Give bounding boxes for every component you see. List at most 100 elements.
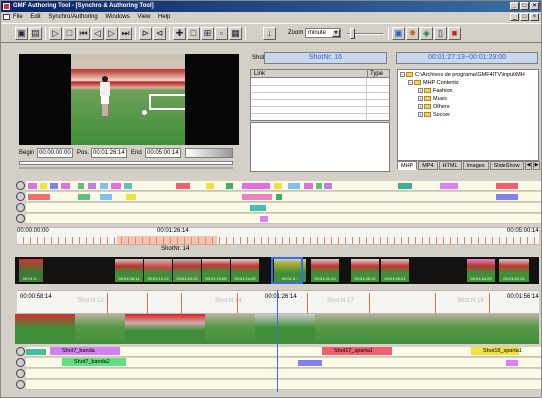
monitor-button[interactable]: ▣ — [392, 27, 405, 40]
tree-folder-music[interactable]: + Music — [418, 96, 447, 103]
mark-out-button[interactable]: ⊲ — [153, 27, 166, 40]
folder-icon — [424, 96, 431, 102]
track-3[interactable] — [26, 203, 541, 213]
track-4[interactable] — [26, 214, 541, 224]
menu-windows[interactable]: Windows — [105, 14, 129, 20]
annotation-shot7-banda2[interactable]: Shot7_banda2 — [62, 358, 126, 366]
maximize-button[interactable]: □ — [520, 2, 529, 10]
menu-synchro-authoring[interactable]: Synchro/Authoring — [48, 14, 97, 20]
close-button[interactable]: × — [530, 2, 539, 10]
begin-field[interactable]: 00:00:00:00 — [37, 148, 73, 158]
menu-help[interactable]: Help — [158, 14, 170, 20]
doc-maximize-button[interactable]: □ — [520, 13, 529, 21]
tab-scroll-left[interactable]: ◀ — [525, 161, 532, 170]
step-back-button[interactable]: ◁ — [91, 27, 104, 40]
bottom-track-3-button[interactable] — [16, 369, 25, 378]
tab-mp4[interactable]: MP4 — [418, 161, 438, 170]
detail-end: 00:01:56:14 — [507, 294, 539, 300]
window-title: GMF Authoring Tool - [Synchro & Authorin… — [13, 3, 154, 9]
tab-scroll-right[interactable]: ▶ — [533, 161, 540, 170]
visible-range-highlight[interactable] — [117, 236, 217, 245]
grid-icon: ⊞ — [203, 28, 212, 38]
step-forward-button[interactable]: ▷ — [105, 27, 118, 40]
title-bar[interactable]: GMF Authoring Tool - [Synchro & Authorin… — [1, 1, 541, 12]
bottom-track-3[interactable] — [26, 369, 541, 379]
mark-out-icon: ⊲ — [155, 28, 164, 38]
video-frame — [71, 54, 185, 145]
track-1[interactable] — [26, 181, 541, 191]
menu-view[interactable]: View — [137, 14, 150, 20]
save-project-button[interactable]: ▤ — [29, 27, 42, 40]
annotation-shot18[interactable]: Shot18_sparta1 — [471, 347, 522, 355]
doc-close-button[interactable]: × — [530, 13, 539, 21]
doc-minimize-button[interactable]: _ — [510, 13, 519, 21]
col-link[interactable]: Link — [254, 70, 265, 78]
document-button[interactable]: ▯ — [434, 27, 447, 40]
menu-file[interactable]: File — [13, 14, 23, 20]
main-timeline-ruler[interactable]: 00:00:00:00 00:01:26:14 00:05:00:14 — [17, 227, 539, 245]
content-tree[interactable]: − C:\Archivos de programa\GMF4ITV\input\M… — [397, 69, 539, 161]
end-field[interactable]: 00:05:00:14 — [145, 148, 181, 158]
bottom-track-4-button[interactable] — [16, 380, 25, 389]
chevron-down-icon[interactable]: ▼ — [332, 29, 340, 37]
tree-folder-soccer[interactable]: + Soccer — [418, 112, 450, 119]
video-preview[interactable] — [19, 54, 239, 145]
track-3-button[interactable] — [16, 203, 25, 212]
bottom-track-4[interactable] — [26, 380, 541, 390]
export-button[interactable]: ↓ — [263, 27, 276, 40]
snapshot-button[interactable]: ▫ — [215, 27, 228, 40]
current-thumb-highlight — [271, 257, 303, 284]
link-properties-panel[interactable] — [250, 122, 390, 172]
links-table[interactable]: Link Type — [250, 69, 390, 121]
col-type[interactable]: Type — [367, 70, 383, 78]
annotation-shot7-banda[interactable]: Shot7_banda — [50, 347, 120, 355]
playhead-line[interactable] — [277, 290, 278, 392]
links-table-header: Link Type — [251, 70, 389, 78]
detail-timeline-ruler[interactable]: 00:00:58:14 00:01:26:14 00:01:56:14 Shot… — [17, 290, 539, 314]
play-button[interactable]: ▷ — [49, 27, 62, 40]
network-button[interactable]: ◈ — [420, 27, 433, 40]
frame-button[interactable]: □ — [187, 27, 200, 40]
grid-button[interactable]: ⊞ — [201, 27, 214, 40]
tab-mhp[interactable]: MHP — [397, 161, 418, 170]
monitor-icon: ▣ — [394, 28, 403, 38]
stop-icon: □ — [66, 28, 73, 38]
zoom-value: minute — [308, 30, 327, 36]
track-1-button[interactable] — [16, 181, 25, 190]
tab-html[interactable]: HTML — [438, 161, 462, 170]
settings-button[interactable]: ✸ — [406, 27, 419, 40]
zoom-slider-thumb[interactable] — [350, 28, 355, 39]
annotation-shot17[interactable]: Shot17_sparta1 — [322, 347, 392, 355]
menu-edit[interactable]: Edit — [30, 14, 40, 20]
track-2-button[interactable] — [16, 192, 25, 201]
bottom-track-1[interactable]: Shot7_banda Shot17_sparta1 Shot18_sparta… — [26, 347, 541, 357]
exit-button[interactable]: ■ — [448, 27, 461, 40]
track-4-button[interactable] — [16, 214, 25, 223]
capture-button[interactable]: ▦ — [229, 27, 242, 40]
stop-button[interactable]: □ — [63, 27, 76, 40]
go-end-button[interactable]: ⏭ — [119, 27, 132, 40]
track-2[interactable] — [26, 192, 541, 202]
zoom-select[interactable]: minute ▼ — [305, 28, 341, 38]
mark-in-button[interactable]: ⊳ — [139, 27, 152, 40]
position-slider[interactable] — [19, 161, 233, 165]
network-icon: ◈ — [423, 28, 430, 38]
down-arrow-icon: ↓ — [267, 28, 272, 38]
pos-field[interactable]: 00:01:26:14 — [91, 148, 127, 158]
tree-root[interactable]: − C:\Archivos de programa\GMF4ITV\input\M… — [400, 72, 525, 79]
minimize-button[interactable]: _ — [510, 2, 519, 10]
tab-images[interactable]: Images — [462, 161, 489, 170]
add-marker-button[interactable]: ✚ — [173, 27, 186, 40]
tree-folder-fashion[interactable]: + Fashion — [418, 88, 453, 95]
volume-bar[interactable] — [185, 148, 233, 158]
bottom-track-2[interactable]: Shot7_banda2 — [26, 358, 541, 368]
tree-group[interactable]: − MHP Contents — [408, 80, 459, 87]
tree-folder-others[interactable]: + Others — [418, 104, 450, 111]
open-project-button[interactable]: ▣ — [15, 27, 28, 40]
bottom-track-1-button[interactable] — [16, 347, 25, 356]
bottom-track-2-button[interactable] — [16, 358, 25, 367]
filmstrip[interactable]: 00:01:0... 00:01:38:14 00:01:12:13 00:01… — [15, 257, 539, 284]
tab-slideshow[interactable]: SlideShow — [489, 161, 524, 170]
shot-name-field: ShotNr. 16 — [264, 52, 387, 64]
go-start-button[interactable]: ⏮ — [77, 27, 90, 40]
